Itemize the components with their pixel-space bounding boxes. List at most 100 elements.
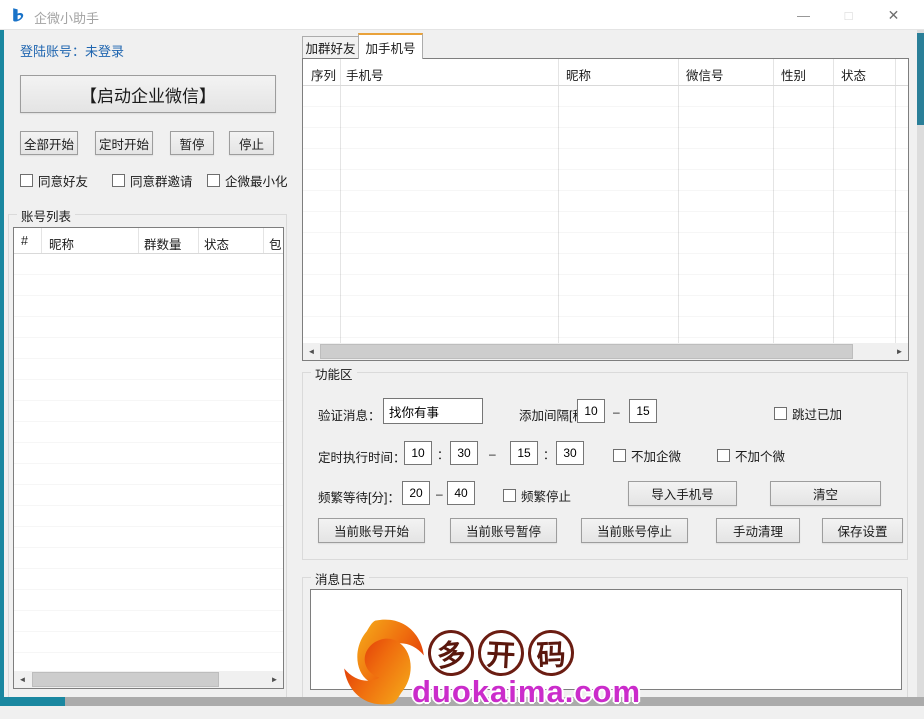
close-icon: ✕ [888,7,900,24]
column-divider [198,228,199,253]
no-personal-wechat-checkbox[interactable]: 不加个微 [717,446,785,465]
account-table-hscrollbar[interactable]: ◄ ► [14,671,283,688]
busy-stop-checkbox[interactable]: 频繁停止 [503,486,571,505]
tab-add-phone-label: 加手机号 [365,38,415,57]
start-all-button[interactable]: 全部开始 [20,131,78,155]
agree-group-invite-checkbox[interactable]: 同意群邀请 [112,171,193,190]
current-account-pause-label: 当前账号暂停 [466,521,541,540]
window-title: 企微小助手 [34,8,99,27]
phone-col-phone[interactable]: 手机号 [346,65,384,84]
current-account-stop-button[interactable]: 当前账号停止 [581,518,688,543]
time-colon: ： [543,446,555,463]
busy-stop-label: 频繁停止 [521,486,571,505]
current-account-start-button[interactable]: 当前账号开始 [318,518,425,543]
launch-wework-button[interactable]: 【启动企业微信】 [20,75,276,113]
clear-button[interactable]: 清空 [770,481,881,506]
function-area-title: 功能区 [311,364,357,383]
phone-table-body [303,86,908,343]
account-col-clipped[interactable]: 包 [269,234,282,253]
account-col-index[interactable]: # [21,234,28,248]
maximize-button[interactable]: □ [826,0,871,30]
phone-col-status[interactable]: 状态 [841,65,866,84]
manual-clean-button[interactable]: 手动清理 [716,518,800,543]
scroll-right-icon[interactable]: ► [891,343,908,360]
phone-table-hscrollbar[interactable]: ◄ ► [303,343,908,360]
phone-col-gender[interactable]: 性别 [781,65,806,84]
busy-wait-min-input[interactable] [402,481,430,505]
skip-added-checkbox[interactable]: 跳过已加 [774,404,842,423]
window-vscrollbar[interactable] [917,30,924,697]
column-divider [263,228,264,253]
stop-button[interactable]: 停止 [229,131,274,155]
app-icon [10,7,26,23]
agree-friend-checkbox[interactable]: 同意好友 [20,171,88,190]
schedule-start-minute-input[interactable] [450,441,478,465]
tab-join-group-label: 加群好友 [305,38,355,57]
schedule-start-hour-input[interactable] [404,441,432,465]
no-corp-wechat-checkbox-box [613,449,626,462]
column-divider [41,228,42,253]
message-log-title: 消息日志 [311,569,369,588]
save-settings-label: 保存设置 [837,521,887,540]
current-account-pause-button[interactable]: 当前账号暂停 [450,518,557,543]
pause-button[interactable]: 暂停 [170,131,214,155]
no-corp-wechat-checkbox[interactable]: 不加企微 [613,446,681,465]
column-divider [138,228,139,253]
maximize-icon: □ [845,8,853,23]
phone-col-wechatid[interactable]: 微信号 [686,65,724,84]
busy-stop-checkbox-box [503,489,516,502]
minimize-icon: — [797,8,810,23]
no-personal-wechat-label: 不加个微 [735,446,785,465]
account-table: # 昵称 群数量 状态 包 ◄ ► [13,227,284,689]
account-list-group-title: 账号列表 [17,206,75,225]
app-window: { "window": { "title": "企微小助手" }, "icons… [0,0,924,706]
phone-col-nickname[interactable]: 昵称 [566,65,591,84]
account-hscroll-thumb[interactable] [32,672,219,687]
titlebar: 企微小助手 — □ ✕ [0,0,924,30]
logo-char-duo: 多 [426,628,477,679]
account-col-groupcount[interactable]: 群数量 [144,234,182,253]
scroll-right-icon[interactable]: ► [266,671,283,688]
interval-min-input[interactable] [577,399,605,423]
login-status: 未登录 [85,44,124,59]
account-table-body [14,254,283,670]
clear-label: 清空 [813,484,838,503]
time-colon: ： [437,446,449,463]
scroll-left-icon[interactable]: ◄ [303,343,320,360]
range-dash: – [613,405,620,419]
vscroll-thumb[interactable] [917,33,924,125]
minimize-wework-checkbox[interactable]: 企微最小化 [207,171,288,190]
busy-wait-label: 频繁等待[分]： [318,487,400,506]
tab-add-phone[interactable]: 加手机号 [358,33,423,59]
manual-clean-label: 手动清理 [733,521,783,540]
import-phone-label: 导入手机号 [651,484,714,503]
close-button[interactable]: ✕ [871,0,916,30]
interval-max-input[interactable] [629,399,657,423]
agree-group-invite-label: 同意群邀请 [130,171,193,190]
range-dash: – [489,447,496,461]
phone-table-header: 序列 手机号 昵称 微信号 性别 状态 [303,59,908,85]
skip-added-checkbox-box [774,407,787,420]
scheduled-start-button[interactable]: 定时开始 [95,131,153,155]
phone-hscroll-thumb[interactable] [320,344,853,359]
current-account-stop-label: 当前账号停止 [597,521,672,540]
logo-domain-text: duokaima.com [412,674,641,710]
busy-wait-max-input[interactable] [447,481,475,505]
tab-join-group[interactable]: 加群好友 [302,36,359,58]
minimize-button[interactable]: — [781,0,826,30]
scroll-left-icon[interactable]: ◄ [14,671,31,688]
agree-friend-label: 同意好友 [38,171,88,190]
account-col-status[interactable]: 状态 [204,234,229,253]
window-left-border [0,30,4,697]
verify-message-input[interactable] [383,398,483,424]
schedule-end-hour-input[interactable] [510,441,538,465]
bottom-edge-accent [0,697,65,706]
no-personal-wechat-checkbox-box [717,449,730,462]
account-col-nickname[interactable]: 昵称 [49,234,74,253]
account-table-header: # 昵称 群数量 状态 包 [14,228,283,253]
launch-wework-label: 【启动企业微信】 [80,82,216,107]
save-settings-button[interactable]: 保存设置 [822,518,903,543]
phone-col-seq[interactable]: 序列 [311,65,336,84]
import-phone-button[interactable]: 导入手机号 [628,481,737,506]
schedule-end-minute-input[interactable] [556,441,584,465]
